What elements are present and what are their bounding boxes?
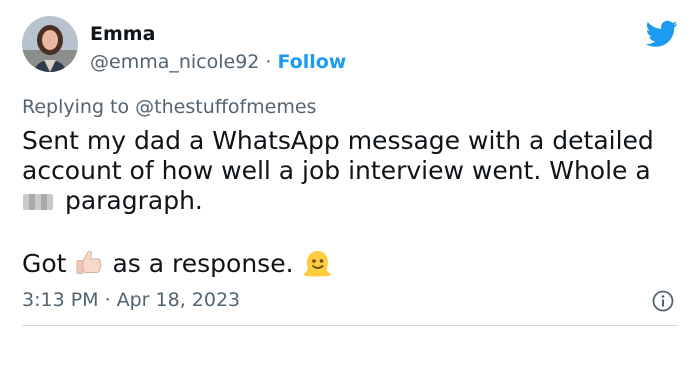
handle-row: @emma_nicole92 · Follow <box>90 50 346 74</box>
censored-word <box>23 194 53 210</box>
line2-mid: as a response. <box>112 249 294 278</box>
replying-to: Replying to @thestuffofmemes <box>22 95 316 119</box>
avatar[interactable] <box>22 16 78 72</box>
tweet-card: Emma @emma_nicole92 · Follow Replying to @… <box>0 0 700 380</box>
melting-face-emoji <box>302 248 332 278</box>
tweet-time[interactable]: 3:13 PM <box>22 289 99 311</box>
follow-button[interactable]: Follow <box>277 51 346 73</box>
tweet-text-part2: paragraph. <box>57 186 203 215</box>
separator: · <box>104 289 111 311</box>
tweet-text-line2: Got as a response. <box>22 248 340 279</box>
line2-start: Got <box>22 249 67 278</box>
author-block: Emma @emma_nicole92 · Follow <box>90 22 346 74</box>
tweet-text-part1: Sent my dad a WhatsApp message with a de… <box>22 126 654 185</box>
tweet-date[interactable]: Apr 18, 2023 <box>117 289 241 311</box>
reply-prefix: Replying to <box>22 96 130 118</box>
separator: · <box>265 51 272 73</box>
tweet-text: Sent my dad a WhatsApp message with a de… <box>22 126 682 216</box>
author-name[interactable]: Emma <box>90 22 346 46</box>
divider <box>22 325 678 326</box>
info-icon[interactable] <box>652 290 674 312</box>
author-handle[interactable]: @emma_nicole92 <box>90 51 259 73</box>
reply-mention[interactable]: @thestuffofmemes <box>135 96 316 118</box>
thumbs-up-emoji <box>74 248 104 278</box>
tweet-meta: 3:13 PM · Apr 18, 2023 <box>22 288 240 312</box>
twitter-bird-icon[interactable] <box>645 20 678 48</box>
